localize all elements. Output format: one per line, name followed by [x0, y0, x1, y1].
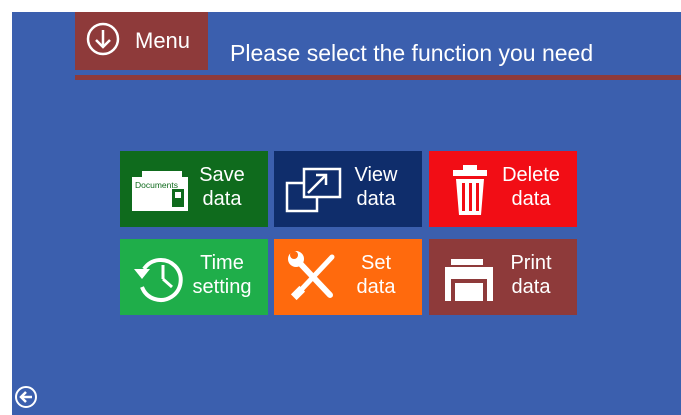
header-divider: [75, 75, 681, 80]
trash-can-icon: [453, 165, 487, 215]
save-data-label: Save data: [199, 164, 245, 210]
menu-label: Menu: [135, 28, 191, 53]
time-setting-button[interactable]: Time setting: [120, 239, 268, 315]
page-title: Please select the function you need: [230, 40, 594, 66]
time-setting-label: Time setting: [192, 252, 252, 298]
wrench-screwdriver-icon: [288, 251, 335, 301]
print-data-label: Print data: [510, 252, 552, 298]
documents-label: Documents: [135, 180, 178, 190]
down-arrow-circle-icon: [86, 22, 120, 56]
view-data-button[interactable]: View data: [274, 151, 422, 227]
clock-history-icon: [134, 258, 183, 302]
printer-icon: [445, 259, 493, 301]
view-data-label: View data: [354, 164, 398, 210]
back-arrow-icon[interactable]: [14, 385, 38, 409]
main-screen: Menu Please select the function you need…: [12, 12, 681, 415]
menu-button[interactable]: Menu: [75, 12, 208, 70]
delete-data-button[interactable]: Delete data: [429, 151, 577, 227]
set-data-button[interactable]: Set data: [274, 239, 422, 315]
documents-folder-icon: Documents: [132, 171, 188, 211]
set-data-label: Set data: [356, 252, 396, 298]
print-data-button[interactable]: Print data: [429, 239, 577, 315]
expand-window-icon: [285, 167, 342, 213]
delete-data-label: Delete data: [502, 164, 560, 210]
save-data-button[interactable]: Documents Save data: [120, 151, 268, 227]
